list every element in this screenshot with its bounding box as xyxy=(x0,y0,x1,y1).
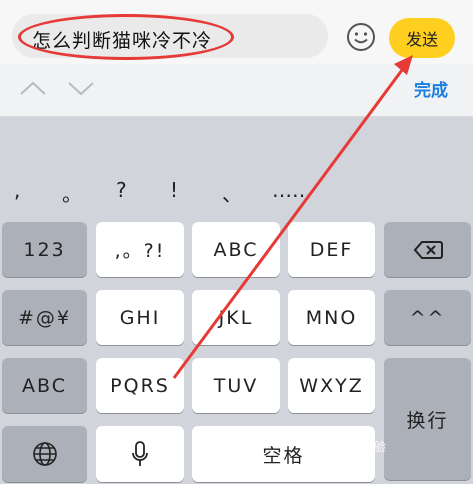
punct-period[interactable]: 。 xyxy=(62,178,82,207)
send-button[interactable]: 发送 xyxy=(389,18,455,58)
punct-comma[interactable]: , xyxy=(14,178,20,202)
key-emoticon[interactable]: ^^ xyxy=(384,290,471,345)
suggestion-area xyxy=(0,117,473,157)
key-mno[interactable]: MNO xyxy=(288,290,375,345)
done-button[interactable]: 完成 xyxy=(414,76,448,101)
annotation-ellipse xyxy=(18,14,234,60)
key-jkl[interactable]: JKL xyxy=(192,290,280,345)
microphone-icon xyxy=(132,441,148,466)
key-abc[interactable]: ABC xyxy=(192,222,280,277)
microphone-key[interactable] xyxy=(96,426,184,482)
punct-dun[interactable]: 、 xyxy=(222,178,242,207)
key-punctuation[interactable]: ,。?! xyxy=(96,222,184,277)
key-ghi[interactable]: GHI xyxy=(96,290,184,345)
key-newline[interactable]: 换行 xyxy=(384,358,471,480)
smiley-icon[interactable] xyxy=(346,22,376,52)
key-pqrs[interactable]: PQRS xyxy=(96,358,184,413)
watermark: Baidu 经验 xyxy=(324,440,386,454)
chevron-up-icon[interactable] xyxy=(18,78,48,98)
backspace-icon xyxy=(413,240,443,259)
key-tuv[interactable]: TUV xyxy=(192,358,280,413)
globe-key[interactable] xyxy=(2,426,87,482)
chevron-down-icon[interactable] xyxy=(66,78,96,98)
punct-question[interactable]: ? xyxy=(116,178,127,202)
key-123[interactable]: 123 xyxy=(2,222,87,277)
key-symbols[interactable]: #@¥ xyxy=(2,290,87,345)
key-def[interactable]: DEF xyxy=(288,222,375,277)
backspace-key[interactable] xyxy=(384,222,471,277)
key-abc-mode[interactable]: ABC xyxy=(2,358,87,413)
punct-exclaim[interactable]: ! xyxy=(170,178,178,202)
globe-icon xyxy=(32,442,57,466)
key-wxyz[interactable]: WXYZ xyxy=(288,358,375,413)
punct-ellipsis[interactable]: …… xyxy=(272,178,312,202)
